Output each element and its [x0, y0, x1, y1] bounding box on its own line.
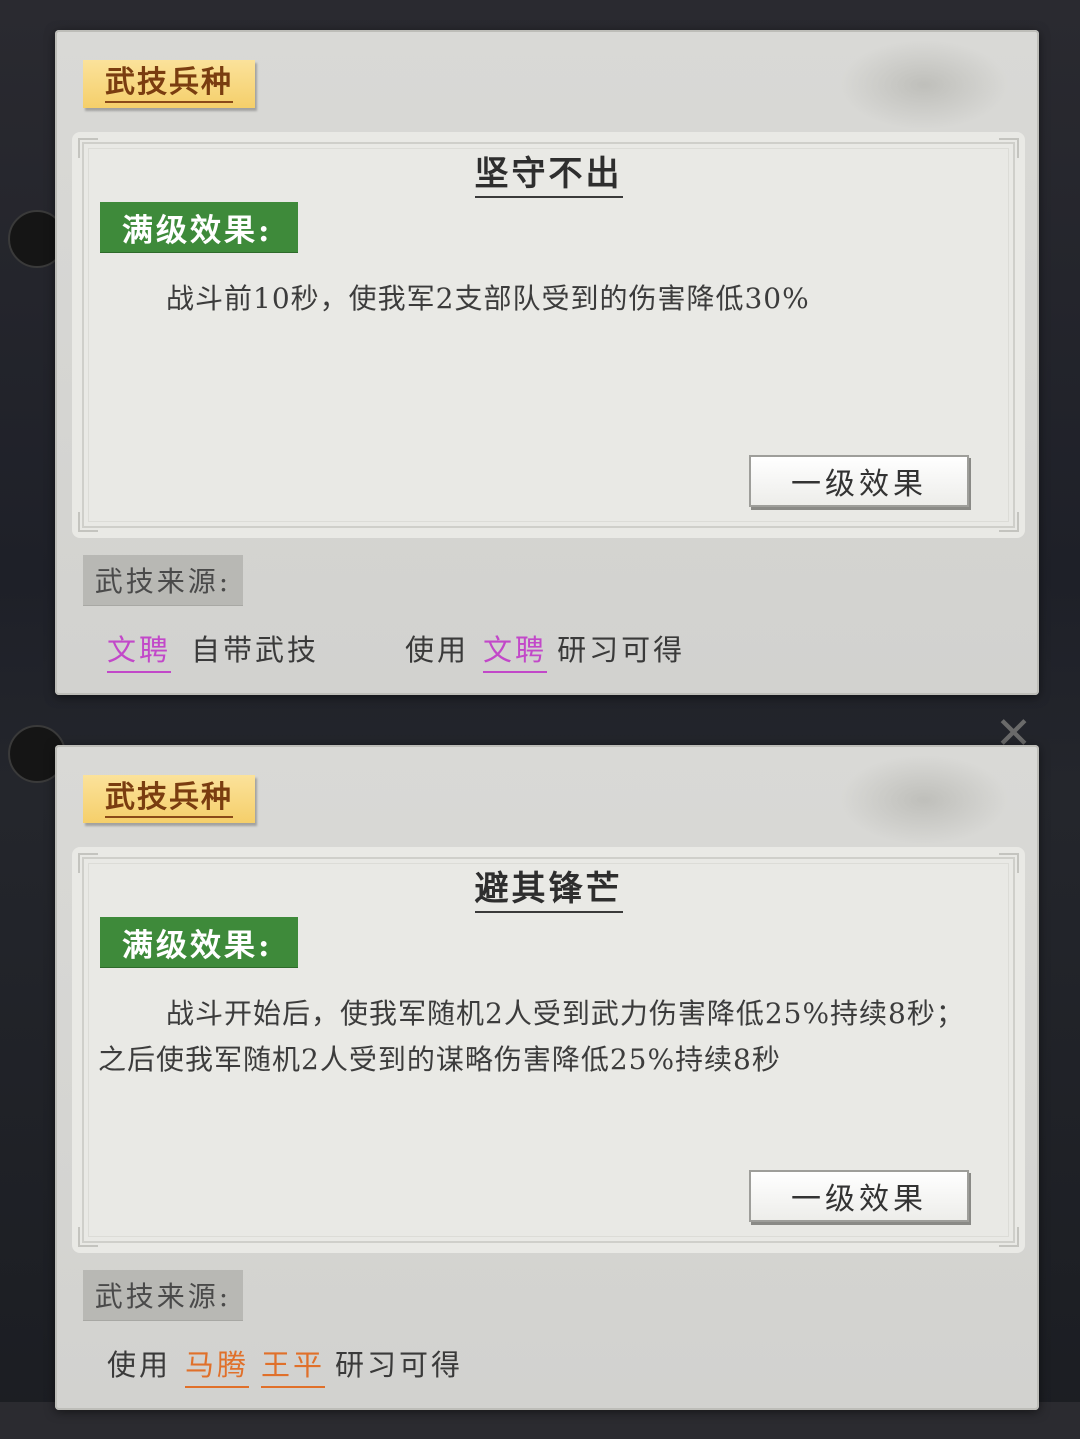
- category-tag-label: 武技兵种: [105, 780, 233, 818]
- skill-name: 避其锋芒: [72, 861, 1025, 913]
- hero-link[interactable]: 王平: [261, 1342, 326, 1388]
- skill-detail-box: 坚守不出 满级效果: 战斗前10秒，使我军2支部队受到的伤害降低30% 一级效果: [72, 132, 1025, 538]
- max-level-tag: 满级效果:: [100, 202, 298, 252]
- effect-description: 战斗前10秒，使我军2支部队受到的伤害降低30%: [166, 282, 810, 315]
- source-label: 武技来源:: [94, 565, 232, 598]
- category-tag: 武技兵种: [83, 775, 255, 823]
- cloud-ornament-icon: [839, 755, 1009, 845]
- skill-card: 武技兵种 避其锋芒 满级效果: 战斗开始后，使我军随机2人受到武力伤害降低25%…: [55, 745, 1039, 1410]
- skill-name: 坚守不出: [72, 146, 1025, 198]
- source-text: 研习可得: [335, 1348, 464, 1382]
- hero-link[interactable]: 文聘: [107, 627, 172, 673]
- max-level-label: 满级效果:: [122, 212, 273, 249]
- effect-description: 战斗开始后，使我军随机2人受到武力伤害降低25%持续8秒；之后使我军随机2人受到…: [98, 997, 965, 1076]
- level-one-effect-button[interactable]: 一级效果: [749, 1170, 969, 1222]
- max-level-tag: 满级效果:: [100, 917, 298, 967]
- hero-link[interactable]: 文聘: [483, 627, 548, 673]
- cloud-ornament-icon: [839, 40, 1009, 130]
- source-text: 研习可得: [557, 633, 686, 667]
- source-text: 使用: [405, 633, 470, 667]
- source-description: 文聘 自带武技 使用 文聘 研习可得: [107, 627, 685, 673]
- source-tag: 武技来源:: [83, 555, 243, 605]
- skill-card: 武技兵种 坚守不出 满级效果: 战斗前10秒，使我军2支部队受到的伤害降低30%…: [55, 30, 1039, 695]
- level-one-effect-button[interactable]: 一级效果: [749, 455, 969, 507]
- skill-detail-box: 避其锋芒 满级效果: 战斗开始后，使我军随机2人受到武力伤害降低25%持续8秒；…: [72, 847, 1025, 1253]
- source-text: 使用: [107, 1348, 172, 1382]
- source-label: 武技来源:: [94, 1280, 232, 1313]
- source-text: 自带武技: [191, 633, 320, 667]
- source-tag: 武技来源:: [83, 1270, 243, 1320]
- category-tag: 武技兵种: [83, 60, 255, 108]
- hero-link[interactable]: 马腾: [185, 1342, 250, 1388]
- category-tag-label: 武技兵种: [105, 65, 233, 103]
- source-description: 使用 马腾 王平 研习可得: [107, 1342, 463, 1388]
- max-level-label: 满级效果:: [122, 927, 273, 964]
